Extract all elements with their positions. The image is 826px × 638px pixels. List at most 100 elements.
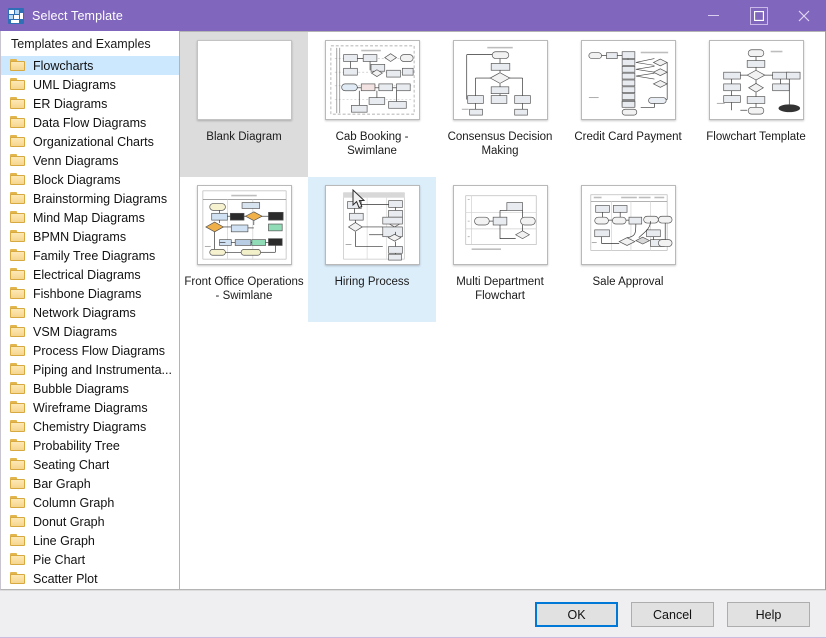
folder-icon (10, 306, 26, 319)
sidebar-item-label: Chemistry Diagrams (33, 419, 147, 434)
app-icon (8, 7, 24, 24)
folder-icon (10, 135, 26, 148)
sidebar-item-label: Venn Diagrams (33, 153, 119, 168)
sidebar-item[interactable]: Venn Diagrams (1, 151, 179, 170)
sidebar-item[interactable]: Piping and Instrumenta... (1, 360, 179, 379)
template-label: Sale Approval (592, 276, 664, 288)
folder-icon (10, 97, 26, 110)
ok-button[interactable]: OK (535, 602, 618, 627)
sidebar-item[interactable]: Organizational Charts (1, 132, 179, 151)
minimize-button[interactable] (691, 0, 736, 31)
cancel-button[interactable]: Cancel (631, 602, 714, 627)
sidebar-item[interactable]: Electrical Diagrams (1, 265, 179, 284)
minimize-icon (708, 15, 719, 16)
template-label: Cab Booking - Swimlane (335, 131, 409, 157)
sidebar-item[interactable]: Chemistry Diagrams (1, 417, 179, 436)
folder-icon (10, 154, 26, 167)
template-tile[interactable]: Sale Approval (564, 177, 692, 322)
sidebar-item[interactable]: Scatter Plot (1, 569, 179, 588)
sidebar-item[interactable]: Line Graph (1, 531, 179, 550)
title-bar[interactable]: Select Template (0, 0, 826, 31)
sidebar-item-label: Bubble Diagrams (33, 381, 129, 396)
template-tile[interactable]: Front Office Operations - Swimlane (180, 177, 308, 322)
sidebar-item[interactable]: Mind Map Diagrams (1, 208, 179, 227)
template-thumbnail[interactable] (452, 185, 548, 265)
folder-icon (10, 192, 26, 205)
sidebar-item-label: ER Diagrams (33, 96, 108, 111)
folder-icon (10, 477, 26, 490)
template-tile[interactable]: Hiring Process (308, 177, 436, 322)
sidebar-item[interactable]: Bubble Diagrams (1, 379, 179, 398)
sidebar-item[interactable]: Flowcharts (1, 56, 179, 75)
folder-icon (10, 515, 26, 528)
sidebar-item[interactable]: Seating Chart (1, 455, 179, 474)
sidebar-item-label: Pie Chart (33, 552, 86, 567)
folder-icon (10, 534, 26, 547)
sidebar-item[interactable]: Block Diagrams (1, 170, 179, 189)
sidebar-item-label: Scatter Plot (33, 571, 98, 586)
template-tile[interactable]: Cab Booking - Swimlane (308, 32, 436, 177)
close-button[interactable] (781, 0, 826, 31)
template-thumbnail[interactable] (196, 185, 292, 265)
sidebar-item[interactable]: Wireframe Diagrams (1, 398, 179, 417)
sidebar-item[interactable]: Bar Graph (1, 474, 179, 493)
sidebar-item[interactable]: Pie Chart (1, 550, 179, 569)
sidebar-item[interactable]: Brainstorming Diagrams (1, 189, 179, 208)
folder-icon (10, 401, 26, 414)
template-tile[interactable]: Consensus Decision Making (436, 32, 564, 177)
category-list[interactable]: Flowcharts UML Diagrams ER Diagrams Data Fl… (1, 56, 179, 588)
sidebar-item-label: VSM Diagrams (33, 324, 118, 339)
folder-icon (10, 211, 26, 224)
folder-icon (10, 59, 26, 72)
sidebar-item[interactable]: Probability Tree (1, 436, 179, 455)
sidebar-item-label: Brainstorming Diagrams (33, 191, 168, 206)
template-gallery-panel[interactable]: Blank Diagram Cab Booking - Swimlane Conse… (180, 31, 826, 590)
template-thumbnail[interactable] (452, 40, 548, 120)
sidebar-item[interactable]: Network Diagrams (1, 303, 179, 322)
sidebar-item[interactable]: Data Flow Diagrams (1, 113, 179, 132)
template-grid[interactable]: Blank Diagram Cab Booking - Swimlane Conse… (180, 32, 825, 322)
sidebar-item-label: BPMN Diagrams (33, 229, 127, 244)
sidebar-item[interactable]: UML Diagrams (1, 75, 179, 94)
template-tile[interactable]: Flowchart Template (692, 32, 820, 177)
template-thumbnail[interactable] (196, 40, 292, 120)
sidebar-item[interactable]: Process Flow Diagrams (1, 341, 179, 360)
folder-icon (10, 230, 26, 243)
sidebar-item-label: Process Flow Diagrams (33, 343, 165, 358)
sidebar-item[interactable]: Family Tree Diagrams (1, 246, 179, 265)
category-tree-panel[interactable]: Templates and Examples Flowcharts UML Dia… (0, 31, 180, 590)
folder-icon (10, 382, 26, 395)
folder-icon (10, 363, 26, 376)
help-button[interactable]: Help (727, 602, 810, 627)
folder-icon (10, 287, 26, 300)
sidebar-item[interactable]: VSM Diagrams (1, 322, 179, 341)
template-thumbnail[interactable] (580, 185, 676, 265)
window-controls (691, 0, 826, 31)
folder-icon (10, 344, 26, 357)
sidebar-item-label: Organizational Charts (33, 134, 154, 149)
sidebar-item[interactable]: BPMN Diagrams (1, 227, 179, 246)
folder-icon (10, 249, 26, 262)
template-thumbnail[interactable] (708, 40, 804, 120)
sidebar-item-label: Probability Tree (33, 438, 120, 453)
sidebar-item[interactable]: ER Diagrams (1, 94, 179, 113)
template-thumbnail[interactable] (580, 40, 676, 120)
template-label: Credit Card Payment (574, 131, 682, 143)
sidebar-item-label: Mind Map Diagrams (33, 210, 145, 225)
folder-icon (10, 268, 26, 281)
template-thumbnail[interactable] (324, 185, 420, 265)
sidebar-item[interactable]: Donut Graph (1, 512, 179, 531)
sidebar-item[interactable]: Column Graph (1, 493, 179, 512)
folder-icon (10, 572, 26, 585)
sidebar-item[interactable]: Fishbone Diagrams (1, 284, 179, 303)
template-tile[interactable]: Credit Card Payment (564, 32, 692, 177)
template-tile[interactable]: Blank Diagram (180, 32, 308, 177)
maximize-button[interactable] (736, 0, 781, 31)
tree-header: Templates and Examples (1, 31, 179, 56)
sidebar-item-label: Network Diagrams (33, 305, 136, 320)
template-tile[interactable]: Multi Department Flowchart (436, 177, 564, 322)
template-label: Hiring Process (334, 276, 410, 288)
folder-icon (10, 173, 26, 186)
sidebar-item-label: Line Graph (33, 533, 95, 548)
template-thumbnail[interactable] (324, 40, 420, 120)
